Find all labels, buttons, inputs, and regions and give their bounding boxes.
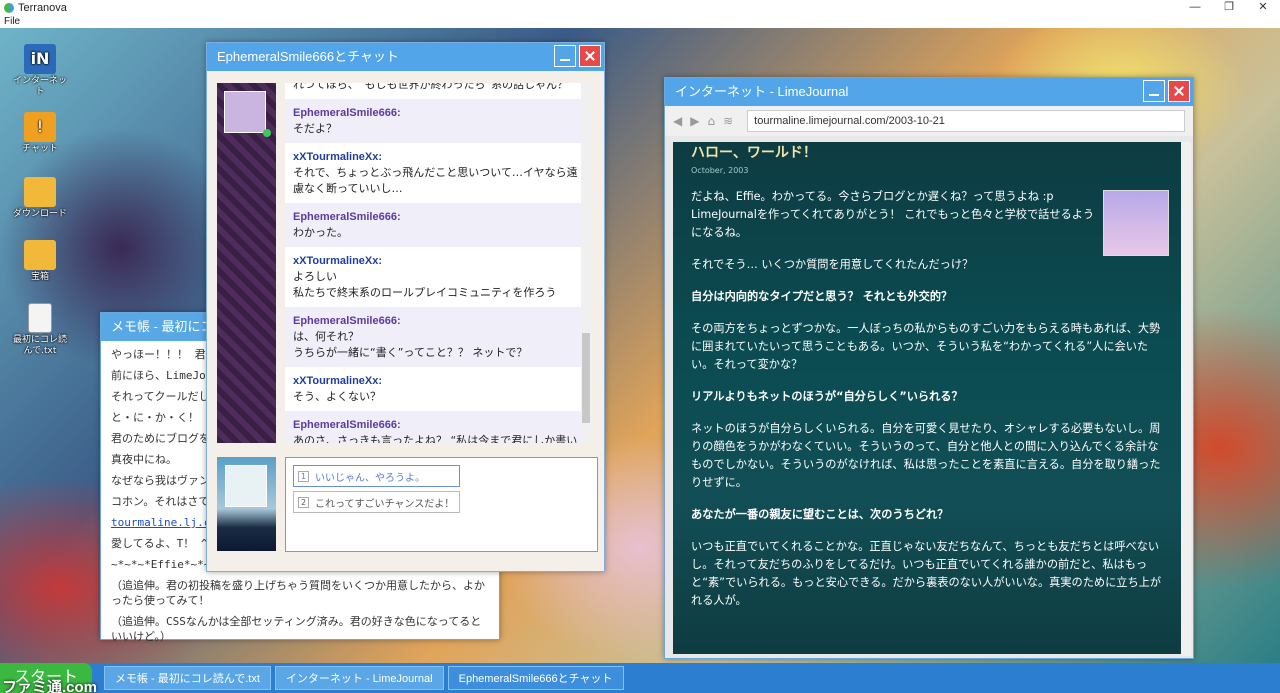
choice-number: 1 [298, 470, 309, 482]
desktop-icon-internet[interactable]: iN インターネット [9, 44, 71, 98]
browser-toolbar: ◀ ▶ ⌂ ≋ tourmaline.limejournal.com/2003-… [665, 106, 1193, 136]
message-text: よろしい 私たちで終末系のロールプレイコミュニティを作ろう [293, 270, 557, 299]
taskbar-item-chat[interactable]: EphemeralSmile666とチャット [447, 666, 624, 690]
message-author: EphemeralSmile666: [293, 315, 401, 327]
rss-icon[interactable]: ≋ [723, 114, 733, 128]
message-text: わかった。 [293, 226, 348, 239]
message-text: そだよ？ [293, 122, 337, 135]
post-question: あなたが一番の親友に望むことは、次のうちどれ？ [691, 508, 949, 521]
desktop-icon-label: 宝箱 [30, 272, 49, 282]
address-bar[interactable]: tourmaline.limejournal.com/2003-10-21 [747, 110, 1186, 132]
chat-message: れつてほら、“もしも世界が終わったら”系の話しゃん？ [285, 83, 591, 99]
text-file-icon [28, 303, 52, 333]
post-paragraph: ネットのほうが自分らしくいられる。自分を可愛く見せたり、オシャレする必要もないし… [691, 422, 1161, 489]
minimize-button[interactable] [1143, 80, 1165, 102]
message-text: そう、よくない？ [293, 390, 381, 403]
post-question: リアルよりもネットのほうが“自分らしく”いられる？ [691, 390, 963, 403]
chat-scrollbar[interactable] [581, 83, 591, 443]
folder-icon [24, 240, 56, 270]
minimize-button[interactable] [554, 45, 576, 67]
post-question: 自分は内向的なタイプだと思う？ それとも外交的？ [691, 290, 953, 303]
post-paragraph: いつも正直でいてくれることかな。正直じゃない友だちなんて、ちっとも友だちとは呼べ… [691, 540, 1162, 607]
reply-choices[interactable]: 1 いいじゃん、やろうよ。 2 これってすごいチャンスだよ！ [285, 457, 598, 552]
profile-picture [1103, 190, 1169, 256]
message-author: EphemeralSmile666: [293, 107, 401, 119]
chat-icon: ! [24, 112, 56, 142]
message-author: EphemeralSmile666: [293, 211, 401, 223]
friend-profile-panel [217, 83, 276, 443]
message-author: xXTourmalineXx: [293, 375, 383, 387]
desktop-icon-label: 最初にコレ読んで.txt [12, 335, 67, 356]
chat-message: EphemeralSmile666: あのさ、さっきも言ったよね？ “私は今まで… [285, 411, 591, 443]
choice-number: 2 [298, 496, 309, 508]
internet-icon: iN [24, 44, 56, 74]
message-author: EphemeralSmile666: [293, 419, 401, 431]
desktop-icon-chat[interactable]: ! チャット [9, 112, 71, 155]
chat-message: xXTourmalineXx: よろしい 私たちで終末系のロールプレイコミュニテ… [285, 247, 591, 307]
chat-message: EphemeralSmile666: わかった。 [285, 203, 591, 247]
scrollbar-thumb[interactable] [582, 333, 590, 423]
choice-text: これってすごいチャンスだよ！ [315, 498, 455, 510]
desktop-icon-label: インターネット [12, 76, 67, 97]
user-avatar [225, 465, 267, 507]
message-author: xXTourmalineXx: [293, 255, 383, 267]
desktop-icon-label: チャット [22, 144, 58, 154]
chat-title-bar: EphemeralSmile666とチャット [207, 43, 604, 71]
browser-scrollbar[interactable] [1181, 142, 1191, 656]
close-button[interactable] [579, 45, 601, 67]
post-paragraph: それでそう… いくつか質問を用意してくれたんだっけ？ [691, 258, 974, 271]
watermark: ファミ通.com [2, 679, 98, 693]
app-title: Terranova [18, 2, 67, 14]
message-text: それで、ちょっとぶっ飛んだこと思いついて…イヤなら遠慮なく断っていいし… [293, 166, 578, 195]
taskbar-item-notepad[interactable]: メモ帳 - 最初にコレ読んで.txt [104, 666, 271, 690]
app-titlebar: Terranova — ❐ ✕ [0, 0, 1280, 16]
desktop-icon-label: ダウンロード [12, 209, 67, 219]
notepad-paragraph: （追追伸。CSSなんかは全部セッティング済み。君の好きな色になってるといいけど。… [111, 615, 482, 643]
maximize-icon[interactable]: ❐ [1212, 0, 1246, 16]
message-text: は、何それ？ うちらが一緒に“書く”ってこと？？ ネットで？ [293, 330, 528, 359]
forward-icon[interactable]: ▶ [690, 114, 699, 128]
desktop-icon-downloads[interactable]: ダウンロード [9, 177, 71, 220]
menu-file[interactable]: File [4, 16, 20, 27]
browser-window[interactable]: インターネット - LimeJournal ◀ ▶ ⌂ ≋ tourmaline… [664, 77, 1194, 659]
back-icon[interactable]: ◀ [673, 114, 682, 128]
friend-avatar [224, 91, 266, 133]
blog-page[interactable]: ハロー、ワールド！ October, 2003 だよね、Effie。わかってる。… [673, 142, 1183, 654]
online-status-icon [263, 129, 271, 137]
user-profile-panel [217, 457, 276, 551]
message-text: あのさ、さっきも言ったよね？ “私は今まで君にしか書いたものを見せたことがない”… [293, 434, 578, 443]
chat-message: xXTourmalineXx: そう、よくない？ [285, 367, 591, 411]
post-date: October, 2003 [691, 166, 749, 175]
desktop-icon-readme[interactable]: 最初にコレ読んで.txt [9, 303, 71, 357]
folder-icon [24, 177, 56, 207]
browser-title: インターネット - LimeJournal [675, 84, 849, 99]
browser-title-bar: インターネット - LimeJournal [665, 78, 1193, 106]
message-author: xXTourmalineXx: [293, 151, 383, 163]
menu-bar: File [0, 16, 1280, 28]
minimize-icon[interactable]: — [1178, 0, 1212, 16]
chat-log[interactable]: れつてほら、“もしも世界が終わったら”系の話しゃん？ EphemeralSmil… [285, 83, 591, 443]
chat-title: EphemeralSmile666とチャット [217, 49, 399, 64]
reply-choice-2[interactable]: 2 これってすごいチャンスだよ！ [293, 491, 460, 513]
close-button[interactable] [1168, 80, 1190, 102]
notepad-paragraph: （追追伸。君の初投稿を盛り上げちゃう質問をいくつか用意したから、よかったら使って… [111, 579, 485, 607]
chat-message: xXTourmalineXx: それで、ちょっとぶっ飛んだこと思いついて…イヤな… [285, 143, 591, 203]
post-title: ハロー、ワールド！ [691, 145, 817, 161]
taskbar: スタート メモ帳 - 最初にコレ読んで.txt インターネット - LimeJo… [0, 663, 1280, 693]
desktop-icon-treasure[interactable]: 宝箱 [9, 240, 71, 283]
chat-window[interactable]: EphemeralSmile666とチャット れつてほら、“もしも世界が終わった… [206, 42, 605, 572]
post-paragraph: だよね、Effie。わかってる。今さらブログとか遅くね？って思うよね :p Li… [691, 190, 1095, 239]
close-icon[interactable]: ✕ [1246, 0, 1280, 16]
post-paragraph: その両方をちょっとずつかな。一人ぼっちの私からものすごい力をもらえる時もあれば、… [691, 322, 1161, 371]
reply-choice-1[interactable]: 1 いいじゃん、やろうよ。 [293, 465, 460, 487]
home-icon[interactable]: ⌂ [707, 114, 715, 128]
message-text: れつてほら、“もしも世界が終わったら”系の話しゃん？ [293, 83, 569, 91]
chat-message: EphemeralSmile666: は、何それ？ うちらが一緒に“書く”ってこ… [285, 307, 591, 367]
chat-message: EphemeralSmile666: そだよ？ [285, 99, 591, 143]
taskbar-item-browser[interactable]: インターネット - LimeJournal [274, 666, 444, 690]
choice-text: いいじゃん、やろうよ。 [315, 472, 425, 484]
terranova-logo-icon [4, 3, 14, 13]
